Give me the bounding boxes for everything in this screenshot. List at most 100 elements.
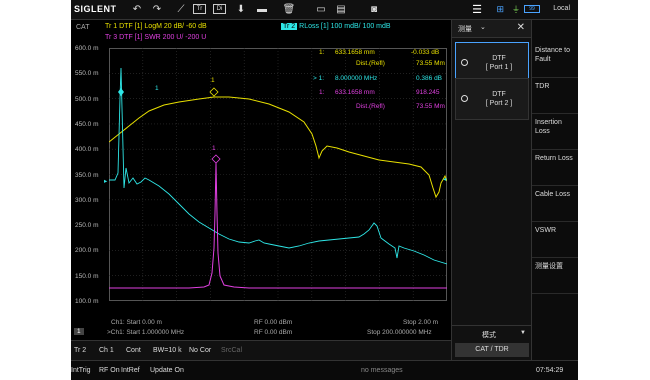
print-icon[interactable]: ▤ <box>333 2 349 17</box>
menu-icon[interactable]: ☰ <box>472 3 482 16</box>
stop-distance: Stop 2.00 m <box>403 319 439 326</box>
trace-1-info[interactable]: Tr 1 DTF [1] LogM 20 dB/ -60 dB <box>105 23 207 30</box>
y-axis-label: 100.0 m <box>75 298 99 305</box>
softkey-insertion-loss[interactable]: Insertion Loss <box>532 114 578 150</box>
radio-port2 <box>461 95 468 102</box>
trace-2-info[interactable]: Tr 2 RLoss [1] 100 mdB/ 100 mdB <box>281 23 391 30</box>
stop-frequency: Stop 200.000000 MHz <box>367 329 432 336</box>
softkey-panel: Distance to Fault TDR Insertion Loss Ret… <box>531 20 578 360</box>
marker-tr1[interactable] <box>209 87 219 97</box>
top-toolbar: SIGLENT ↶ ↷ ⟋ Tr Di ⬇ ▬ 🗑 ▭ ▤ ◙ ☰ ⊞ ⏚ 99… <box>71 0 578 20</box>
battery-icon: 99 <box>524 5 540 13</box>
y-axis-label: 300.0 m <box>75 196 99 204</box>
brand-logo: SIGLENT <box>74 4 117 14</box>
dtf-port2-button[interactable]: DTF [ Port 2 ] <box>455 78 529 120</box>
readout-m2-index: > 1: <box>313 75 325 82</box>
reference-source: IntRef <box>121 367 140 374</box>
port1-label-a: DTF <box>492 55 506 62</box>
status-bandwidth[interactable]: BW=10 k <box>153 347 182 354</box>
softkey-measurement-settings[interactable]: 测量设置 <box>532 258 578 294</box>
rf-power-1: RF 0.00 dBm <box>254 319 293 326</box>
port2-label-b: [ Port 2 ] <box>485 100 513 107</box>
mode-label: CAT <box>76 24 90 31</box>
readout-m3-index: 1: <box>319 89 325 96</box>
undo-icon[interactable]: ↶ <box>129 2 145 17</box>
readout-m1-index: 1: <box>319 49 325 56</box>
mode-dropdown[interactable]: 模式 ▼ <box>452 325 532 341</box>
marker-tr3[interactable] <box>211 154 221 164</box>
y-axis-label: 250.0 m <box>75 222 99 230</box>
readout-m1-dist: 73.55 Mm <box>416 60 445 67</box>
y-axis-label: 400.0 m <box>75 146 99 154</box>
page-indicator[interactable]: 1 <box>74 328 84 335</box>
close-icon[interactable]: ✕ <box>517 22 525 33</box>
measurement-title: 测量 <box>458 26 472 33</box>
ch1-start-frequency: >Ch1: Start 1.000000 MHz <box>107 329 185 336</box>
message-text: no messages <box>361 367 403 374</box>
gridlines <box>109 48 447 301</box>
y-axis-label: 200.0 m <box>75 247 99 255</box>
marker-label-tr2: 1 <box>155 85 159 92</box>
display-icon[interactable]: Di <box>213 4 226 14</box>
y-axis-label: 500.0 m <box>75 95 99 103</box>
marker-tr2[interactable] <box>118 88 124 96</box>
trigger-icon[interactable]: ⟋ <box>173 2 189 17</box>
softkey-return-loss[interactable]: Return Loss <box>532 150 578 186</box>
readout-m3-pos: 633.1658 mm <box>335 89 375 96</box>
update-state: Update On <box>150 367 184 374</box>
folder-icon[interactable]: ▭ <box>313 2 329 17</box>
trace-canvas <box>109 48 447 301</box>
status-sweep[interactable]: Cont <box>126 347 141 354</box>
softkey-vswr[interactable]: VSWR <box>532 222 578 258</box>
trace-2-text: RLoss [1] 100 mdB/ 100 mdB <box>297 23 391 30</box>
readout-m2-pos: 8.000000 MHz <box>335 75 378 82</box>
marker-label-tr1: 1 <box>211 77 215 84</box>
readout-m3-dist: 73.55 Mm <box>416 103 445 110</box>
cat-tdr-value[interactable]: CAT / TDR <box>455 343 529 357</box>
marker-group[interactable] <box>118 87 221 164</box>
measurement-header[interactable]: 测量 ⌄ ✕ <box>452 20 531 38</box>
power-plug-icon: ⏚ <box>512 5 520 14</box>
trace-2-badge: Tr 2 <box>281 23 298 30</box>
y-axis-label: 150.0 m <box>75 272 99 280</box>
port2-label-a: DTF <box>492 91 506 98</box>
chevron-down-icon: ⌄ <box>480 24 486 31</box>
camera-icon[interactable]: ◙ <box>366 2 382 17</box>
trace-icon[interactable]: Tr <box>193 4 206 14</box>
status-correction[interactable]: No Cor <box>189 347 211 354</box>
radio-port1 <box>461 59 468 66</box>
marker-label-tr3: 1 <box>212 145 216 152</box>
save-icon[interactable]: ▬ <box>254 2 270 17</box>
trace-3-info[interactable]: Tr 3 DTF [1] SWR 200 U/ -200 U <box>105 34 206 41</box>
trigger-source: IntTrig <box>71 367 91 374</box>
redo-icon[interactable]: ↷ <box>149 2 165 17</box>
readout-m3-val: 918.245 <box>416 89 440 96</box>
rf-power-2: RF 0.00 dBm <box>254 329 293 336</box>
softkey-tdr[interactable]: TDR <box>532 78 578 114</box>
marker-icon[interactable]: ⬇ <box>233 2 249 17</box>
readout-m1-pos: 633.1658 mm <box>335 49 375 56</box>
y-axis-label: 550.0 m <box>75 70 99 78</box>
mode-label: 模式 <box>482 332 496 339</box>
plot-area[interactable]: 600.0 m 550.0 m 500.0 m 450.0 m 400.0 m 350.0… <box>71 45 451 320</box>
readout-m2-val: 0.386 dB <box>416 75 443 82</box>
clock: 07:54:29 <box>536 367 564 374</box>
port1-label-b: [ Port 1 ] <box>485 64 513 71</box>
status-srccal[interactable]: SrcCal <box>221 347 242 354</box>
status-trace[interactable]: Tr 2 <box>74 347 86 354</box>
rf-state: RF On <box>99 367 120 374</box>
softkey-cable-loss[interactable]: Cable Loss <box>532 186 578 222</box>
delete-icon[interactable]: 🗑 <box>281 2 297 17</box>
status-channel[interactable]: Ch 1 <box>99 347 114 354</box>
y-axis-label: 600.0 m <box>75 45 99 52</box>
readout-m3-dist-label: Dist.(Refl) <box>356 103 385 110</box>
message-bar: IntTrig RF On IntRef Update On no messag… <box>71 360 578 380</box>
ref-arrow-right: ◂ <box>443 176 447 183</box>
softkey-distance-to-fault[interactable]: Distance to Fault <box>532 42 578 78</box>
y-axis-label: 350.0 m <box>75 171 99 179</box>
y-axis-label: 450.0 m <box>75 120 99 128</box>
local-indicator[interactable]: Local <box>553 5 570 12</box>
network-icon: ⊞ <box>496 4 504 14</box>
ch1-start-distance: Ch1: Start 0.00 m <box>111 319 162 326</box>
dropdown-arrow-icon: ▼ <box>520 330 526 336</box>
